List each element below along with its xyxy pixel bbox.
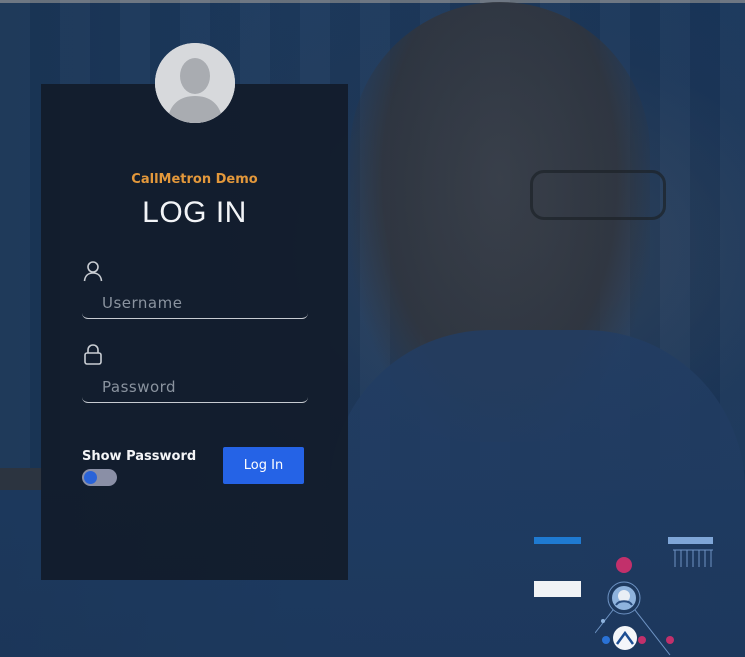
- user-avatar-icon: [155, 43, 235, 123]
- decor-bar-white: [534, 581, 581, 597]
- user-icon: [82, 260, 104, 282]
- login-card: [41, 84, 348, 580]
- username-input[interactable]: [82, 287, 308, 319]
- show-password-label: Show Password: [82, 449, 197, 464]
- background-desk-edge: [0, 468, 42, 490]
- background-glasses: [530, 170, 666, 220]
- password-input[interactable]: [82, 371, 308, 403]
- toggle-knob: [84, 471, 97, 484]
- lock-icon: [82, 343, 104, 365]
- decor-network-graphic: [595, 549, 713, 656]
- decor-bar-blue: [534, 537, 581, 544]
- brand-name: CallMetron Demo: [131, 172, 258, 187]
- page-title: LOG IN: [142, 196, 247, 229]
- show-password-toggle[interactable]: [82, 469, 117, 486]
- decor-bar-light: [668, 537, 713, 544]
- login-button[interactable]: Log In: [223, 447, 304, 484]
- login-page: CallMetron Demo LOG IN Show Password Log…: [0, 0, 745, 657]
